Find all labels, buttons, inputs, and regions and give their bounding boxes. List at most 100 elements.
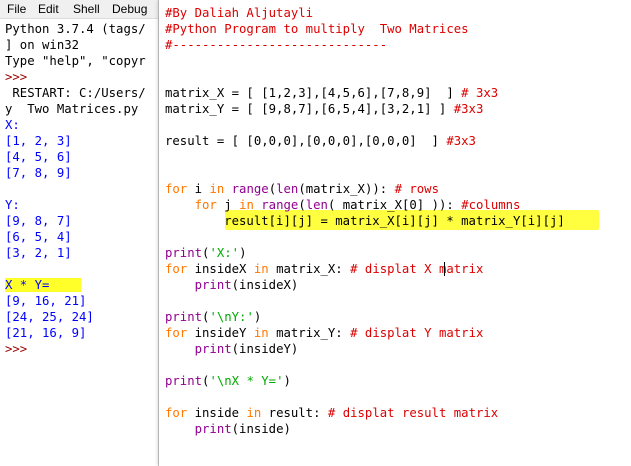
code-token: in xyxy=(239,198,254,212)
code-token: for xyxy=(165,262,188,276)
code-line: #----------------------------- xyxy=(165,37,565,53)
code-token: '\nX * Y=' xyxy=(209,374,284,388)
code-token: ( xyxy=(298,198,306,212)
code-token: '\nY:' xyxy=(209,310,254,324)
code-line: print('X:') xyxy=(165,245,565,261)
shell-line: X * Y= xyxy=(5,277,158,293)
shell-output-area[interactable]: Python 3.7.4 (tags/] on win32 Type "help"… xyxy=(5,21,158,357)
code-token: ( matrix_X[0] )): xyxy=(327,198,462,212)
shell-line-text: [9, 8, 7] xyxy=(5,214,72,228)
shell-line-text: Y: xyxy=(5,198,20,212)
shell-line-text: [3, 2, 1] xyxy=(5,246,72,260)
code-token: # displat result matrix xyxy=(327,406,499,420)
code-line: for inside in result: # displat result m… xyxy=(165,405,565,421)
code-token: # displat Y matrix xyxy=(350,326,484,340)
code-line: matrix_X = [ [1,2,3],[4,5,6],[7,8,9] ] #… xyxy=(165,85,565,101)
code-token: #By Daliah Aljutayli xyxy=(165,6,314,20)
shell-line: [1, 2, 3] xyxy=(5,133,158,149)
code-token: matrix_X = [ [1,2,3],[4,5,6],[7,8,9] ] xyxy=(165,86,462,100)
shell-line-text: [7, 8, 9] xyxy=(5,166,72,180)
code-token: (inside) xyxy=(231,422,291,436)
code-token: #columns xyxy=(461,198,521,212)
code-token: print xyxy=(165,310,203,324)
code-token: matrix_X: xyxy=(268,262,351,276)
shell-line: X: xyxy=(5,117,158,133)
code-token: in xyxy=(209,182,225,196)
code-token: print xyxy=(165,246,203,260)
code-token: ) xyxy=(253,310,262,324)
code-line: result = [ [0,0,0],[0,0,0],[0,0,0] ] #3x… xyxy=(165,133,565,149)
shell-line: y Two Matrices.py xyxy=(5,101,158,117)
code-line: for j in range(len( matrix_X[0] )): #col… xyxy=(165,197,565,213)
code-line: print('\nX * Y=') xyxy=(165,373,565,389)
shell-line: [21, 16, 9] xyxy=(5,325,158,341)
code-token: in xyxy=(246,406,262,420)
shell-line: [6, 5, 4] xyxy=(5,229,158,245)
shell-line: Y: xyxy=(5,197,158,213)
menu-debug[interactable]: Debug xyxy=(112,2,147,16)
code-token: ) xyxy=(283,374,291,388)
shell-line: >>> xyxy=(5,69,158,85)
code-line: for i in range(len(matrix_X)): # rows xyxy=(165,181,565,197)
shell-line-text: [9, 16, 21] xyxy=(5,294,87,308)
shell-line-text: X * Y= xyxy=(5,278,82,292)
code-line: print(insideX) xyxy=(165,277,565,293)
code-line: #Python Program to multiply Two Matrices xyxy=(165,21,565,37)
shell-line-text: X: xyxy=(5,118,20,132)
shell-line: Python 3.7.4 (tags/ xyxy=(5,21,158,37)
shell-line: [3, 2, 1] xyxy=(5,245,158,261)
shell-prompt: >>> xyxy=(5,70,28,84)
code-token: len xyxy=(276,182,299,196)
code-token: #Python Program to multiply Two Matrices xyxy=(165,22,469,36)
code-token: inside xyxy=(187,406,247,420)
menu-file[interactable]: File xyxy=(7,2,26,16)
python-shell-window[interactable]: File Edit Shell Debug Python 3.7.4 (tags… xyxy=(0,0,159,466)
code-token: matrix_Y: xyxy=(268,326,351,340)
code-token: for xyxy=(165,406,188,420)
code-token: range xyxy=(261,198,299,212)
shell-line: ] on win32 xyxy=(5,37,158,53)
shell-line: RESTART: C:/Users/ xyxy=(5,85,158,101)
shell-line: [24, 25, 24] xyxy=(5,309,158,325)
code-editor-text[interactable]: #By Daliah Aljutayli #Python Program to m… xyxy=(165,5,565,437)
code-line: print('\nY:') xyxy=(165,309,565,325)
code-line: result[i][j] = matrix_X[i][j] * matrix_Y… xyxy=(165,213,565,229)
code-token: #3x3 xyxy=(453,102,484,116)
code-token: result[i][j] = matrix_X[i][j] * matrix_Y… xyxy=(165,214,565,228)
menu-shell[interactable]: Shell xyxy=(73,2,100,16)
code-line: matrix_Y = [ [9,8,7],[6,5,4],[3,2,1] ] #… xyxy=(165,101,565,117)
code-token: ) xyxy=(239,246,247,260)
shell-line-text: [21, 16, 9] xyxy=(5,326,87,340)
menu-edit[interactable]: Edit xyxy=(38,2,59,16)
code-token: # 3x3 xyxy=(461,86,499,100)
code-token: for xyxy=(165,182,188,196)
code-token: #----------------------------- xyxy=(165,38,388,52)
code-token: print xyxy=(194,278,232,292)
code-token: in xyxy=(253,326,269,340)
code-token: for xyxy=(194,198,217,212)
shell-line: [4, 5, 6] xyxy=(5,149,158,165)
code-token: # rows xyxy=(394,182,439,196)
code-line: for insideY in matrix_Y: # displat Y mat… xyxy=(165,325,565,341)
code-line: print(insideY) xyxy=(165,341,565,357)
code-token: result = [ [0,0,0],[0,0,0],[0,0,0] ] xyxy=(165,134,447,148)
code-token: (matrix_X)): xyxy=(298,182,395,196)
shell-line: Type "help", "copyr xyxy=(5,53,158,69)
code-token: j xyxy=(216,198,240,212)
shell-line: >>> xyxy=(5,341,158,357)
shell-line: [9, 8, 7] xyxy=(5,213,158,229)
shell-prompt: >>> xyxy=(5,342,28,356)
code-editor-window[interactable]: #By Daliah Aljutayli #Python Program to m… xyxy=(159,0,631,466)
code-line: #By Daliah Aljutayli xyxy=(165,5,565,21)
code-token: matrix_Y = [ [9,8,7],[6,5,4],[3,2,1] ] xyxy=(165,102,454,116)
